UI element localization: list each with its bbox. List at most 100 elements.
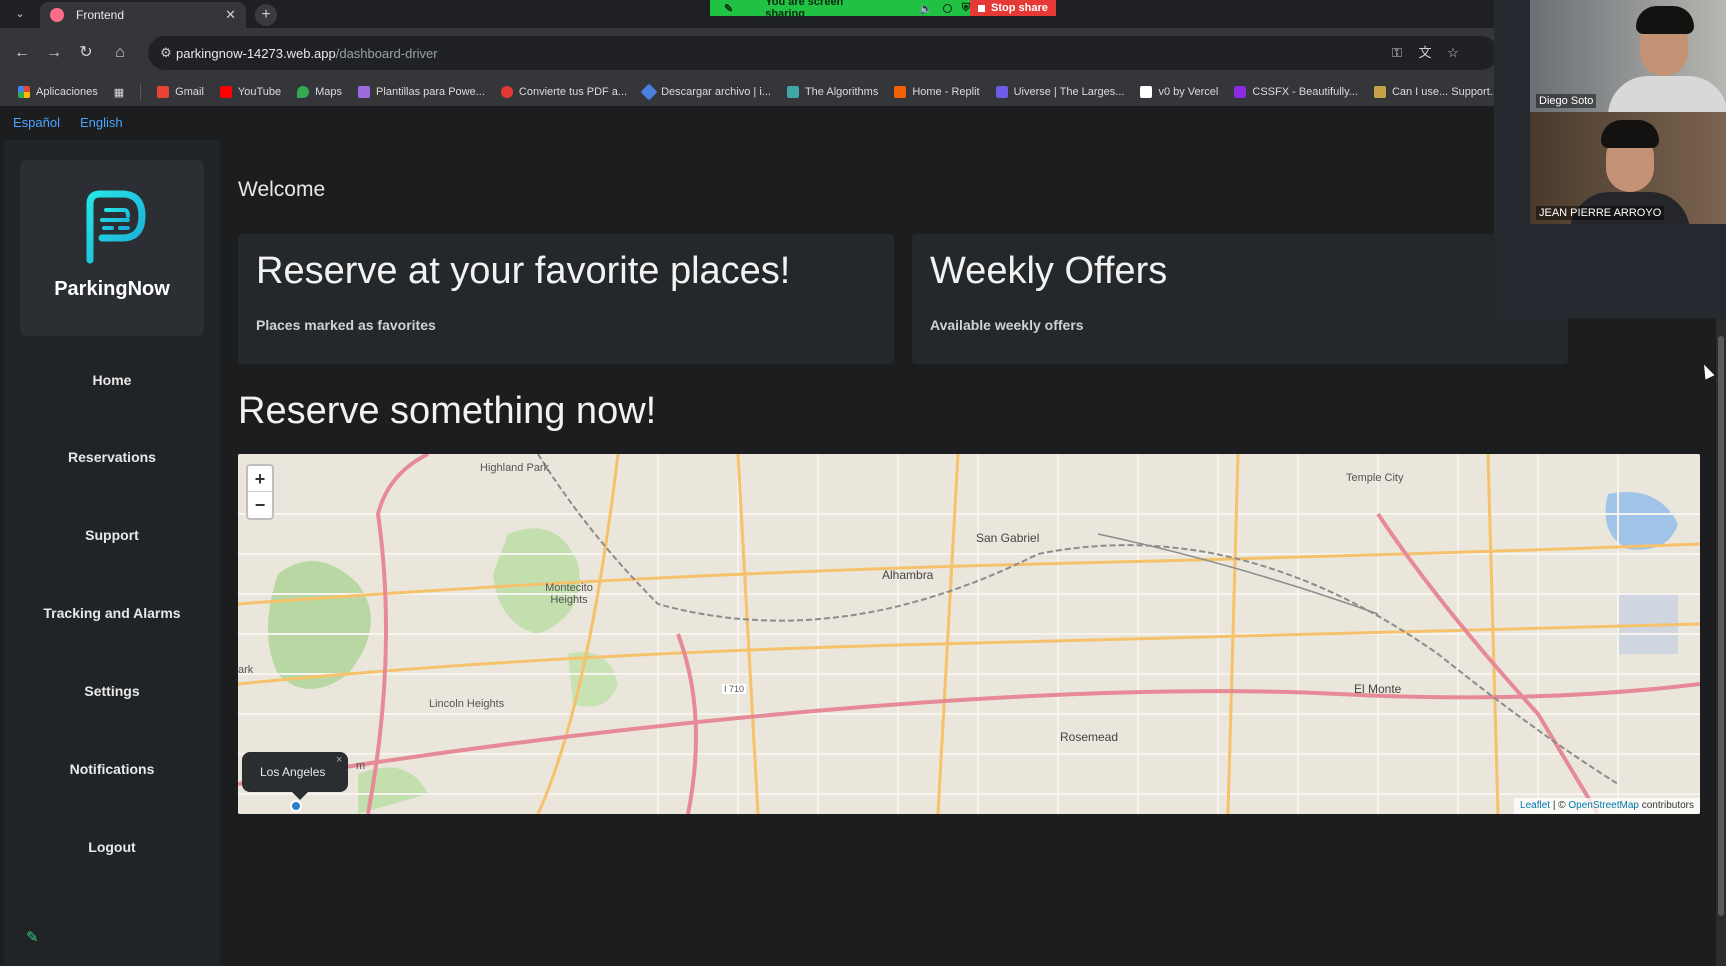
browser-tab[interactable]: Frontend ✕	[40, 2, 246, 28]
zoom-out-button[interactable]: −	[248, 492, 272, 518]
screen-share-message: You are screen sharing	[765, 0, 844, 20]
stop-share-button[interactable]: Stop share	[970, 0, 1056, 16]
map-label-i710: I 710	[722, 684, 747, 694]
participant-1-body	[1608, 76, 1726, 112]
participant-1-hair	[1636, 6, 1694, 34]
map-zoom-control: + −	[246, 464, 274, 520]
bookmark-replit[interactable]: Home - Replit	[894, 86, 980, 98]
map-attribution: Leaflet | © OpenStreetMap contributors	[1514, 798, 1700, 814]
bookmark-pdf[interactable]: Convierte tus PDF a...	[500, 86, 627, 98]
bookmark-grid[interactable]: ▦	[114, 86, 124, 99]
participant-1-name: Diego Soto	[1536, 94, 1597, 108]
share-pause-icon[interactable]	[943, 3, 952, 13]
url-path: /dashboard-driver	[335, 46, 438, 61]
reserve-now-heading: Reserve something now!	[238, 390, 657, 432]
caniuse-icon	[1373, 86, 1386, 98]
url-text[interactable]: parkingnow-14273.web.app/dashboard-drive…	[176, 46, 438, 61]
parking-map[interactable]: Highland Park Temple City San Gabriel Al…	[238, 454, 1700, 814]
scroll-thumb[interactable]	[1718, 336, 1724, 916]
map-label-san-gabriel: San Gabriel	[976, 531, 1040, 545]
bookmark-descargar[interactable]: Descargar archivo | i...	[640, 83, 771, 101]
bookmark-label: CSSFX - Beautifully...	[1252, 86, 1358, 98]
sidebar-item-support[interactable]: Support	[4, 527, 220, 543]
mouse-cursor-icon	[1699, 362, 1715, 380]
sidebar-item-reservations[interactable]: Reservations	[4, 449, 220, 465]
bookmark-caniuse[interactable]: Can I use... Support...	[1373, 86, 1499, 98]
popup-close-icon[interactable]: ×	[336, 754, 342, 766]
sidebar-item-notifications[interactable]: Notifications	[4, 761, 220, 777]
algorithms-icon	[786, 86, 799, 98]
stop-square-icon	[978, 4, 985, 12]
weekly-offers-card[interactable]: Weekly Offers Available weekly offers	[912, 234, 1568, 364]
location-marker-icon[interactable]	[290, 800, 302, 812]
weekly-offers-card-title: Weekly Offers	[930, 250, 1168, 292]
bookmark-label: Descargar archivo | i...	[661, 86, 771, 98]
participant-tile-2[interactable]: JEAN PIERRE ARROYO	[1530, 112, 1726, 224]
sidebar-item-home[interactable]: Home	[4, 372, 220, 388]
sidebar: ParkingNow Home Reservations Support Tra…	[4, 140, 220, 966]
sidebar-item-tracking[interactable]: Tracking and Alarms	[4, 605, 220, 621]
share-shield-icon[interactable]: ⛨	[962, 2, 970, 15]
osm-link[interactable]: OpenStreetMap	[1568, 800, 1639, 811]
bookmark-uiverse[interactable]: Uiverse | The Larges...	[995, 86, 1124, 98]
bookmark-star-icon[interactable]: ☆	[1444, 44, 1462, 62]
participant-2-name: JEAN PIERRE ARROYO	[1536, 206, 1665, 220]
sidebar-item-settings[interactable]: Settings	[4, 683, 220, 699]
sidebar-item-logout[interactable]: Logout	[4, 839, 220, 855]
lang-english-link[interactable]: English	[80, 115, 123, 130]
favorites-card-subtitle: Places marked as favorites	[256, 317, 436, 333]
diamond-icon	[640, 83, 658, 101]
bookmark-apps[interactable]: Aplicaciones	[18, 86, 98, 98]
youtube-icon	[219, 86, 232, 98]
language-bar: Español English	[0, 106, 1726, 140]
tab-close-icon[interactable]: ✕	[225, 7, 236, 23]
back-arrow-icon[interactable]: ←	[12, 43, 32, 63]
new-tab-icon[interactable]: +	[255, 4, 277, 26]
tab-title: Frontend	[76, 8, 125, 22]
map-label-alhambra: Alhambra	[882, 568, 934, 582]
tab-search-icon[interactable]: ⌄	[12, 6, 28, 22]
replit-icon	[894, 86, 907, 98]
bookmark-gmail[interactable]: Gmail	[157, 86, 204, 98]
bookmark-label: Gmail	[175, 86, 204, 98]
screen-share-status: ✎ You are screen sharing 🔈 ⛨	[710, 0, 970, 20]
url-host: parkingnow-14273.web.app	[176, 46, 336, 61]
lang-spanish-link[interactable]: Español	[13, 115, 60, 130]
participant-tile-1[interactable]: Diego Soto	[1530, 0, 1726, 112]
zoom-in-button[interactable]: +	[248, 466, 272, 492]
bookmark-algorithms[interactable]: The Algorithms	[786, 86, 879, 98]
translate-icon[interactable]: 文	[1416, 44, 1434, 62]
bookmark-plantillas[interactable]: Plantillas para Powe...	[358, 86, 485, 98]
bookmark-label: YouTube	[237, 86, 282, 98]
bookmark-label: The Algorithms	[804, 86, 879, 98]
edit-pencil-icon[interactable]: ✎	[26, 928, 44, 946]
weekly-offers-card-subtitle: Available weekly offers	[930, 317, 1084, 333]
map-label-rosemead: Rosemead	[1060, 730, 1119, 744]
cssfx-icon	[1234, 86, 1247, 98]
map-label-lincoln-heights: Lincoln Heights	[429, 698, 505, 710]
map-tiles	[238, 454, 1700, 814]
v0-icon	[1140, 86, 1153, 98]
leaflet-link[interactable]: Leaflet	[1520, 800, 1550, 811]
page-content: Español English ParkingNow Home Reservat…	[0, 106, 1726, 966]
reload-icon[interactable]: ↻	[76, 43, 96, 63]
bookmark-youtube[interactable]: YouTube	[219, 86, 282, 98]
share-speaker-icon[interactable]: 🔈	[919, 2, 933, 15]
slides-icon	[358, 86, 371, 98]
attribution-separator: | ©	[1552, 800, 1566, 811]
home-icon[interactable]: ⌂	[110, 43, 130, 63]
bookmark-cssfx[interactable]: CSSFX - Beautifully...	[1234, 86, 1358, 98]
favorites-card[interactable]: Reserve at your favorite places! Places …	[238, 234, 894, 364]
map-popup-text: Los Angeles	[260, 765, 326, 779]
map-label-montecito-heights: Montecito Heights	[545, 582, 593, 606]
site-settings-icon[interactable]: ⚙	[158, 45, 174, 61]
bookmark-v0[interactable]: v0 by Vercel	[1140, 86, 1218, 98]
map-label-ark: ark	[238, 664, 254, 676]
password-key-icon[interactable]: ⚿	[1388, 44, 1406, 62]
bookmark-separator	[140, 84, 142, 100]
bookmark-maps[interactable]: Maps	[297, 86, 342, 98]
map-label-temple-city: Temple City	[1346, 472, 1404, 484]
address-bar[interactable]: ⚙ parkingnow-14273.web.app/dashboard-dri…	[148, 36, 1498, 70]
forward-arrow-icon[interactable]: →	[44, 43, 64, 63]
brand-logo-card[interactable]: ParkingNow	[20, 160, 204, 336]
